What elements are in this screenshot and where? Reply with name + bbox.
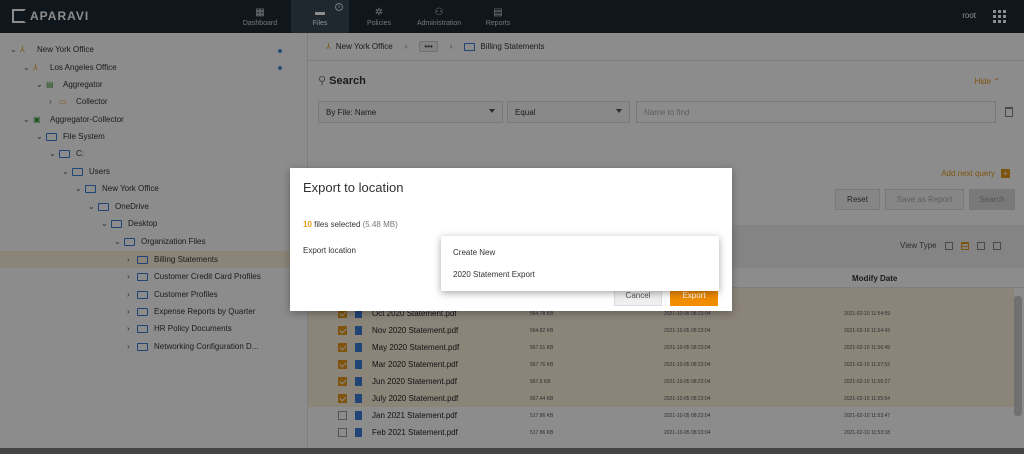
modal-title: Export to location — [303, 180, 404, 195]
option-create-new[interactable]: Create New — [453, 248, 495, 257]
export-location-dropdown[interactable]: Create New 2020 Statement Export — [441, 236, 719, 291]
selected-size: (5.48 MB) — [362, 220, 398, 229]
selected-count-text: files selected — [314, 220, 361, 229]
selection-summary: 10 files selected (5.48 MB) — [303, 220, 398, 229]
bottom-strip — [0, 448, 1024, 454]
option-2020-statement-export[interactable]: 2020 Statement Export — [453, 270, 535, 279]
selected-count: 10 — [303, 220, 312, 229]
export-location-label: Export location — [303, 246, 356, 255]
